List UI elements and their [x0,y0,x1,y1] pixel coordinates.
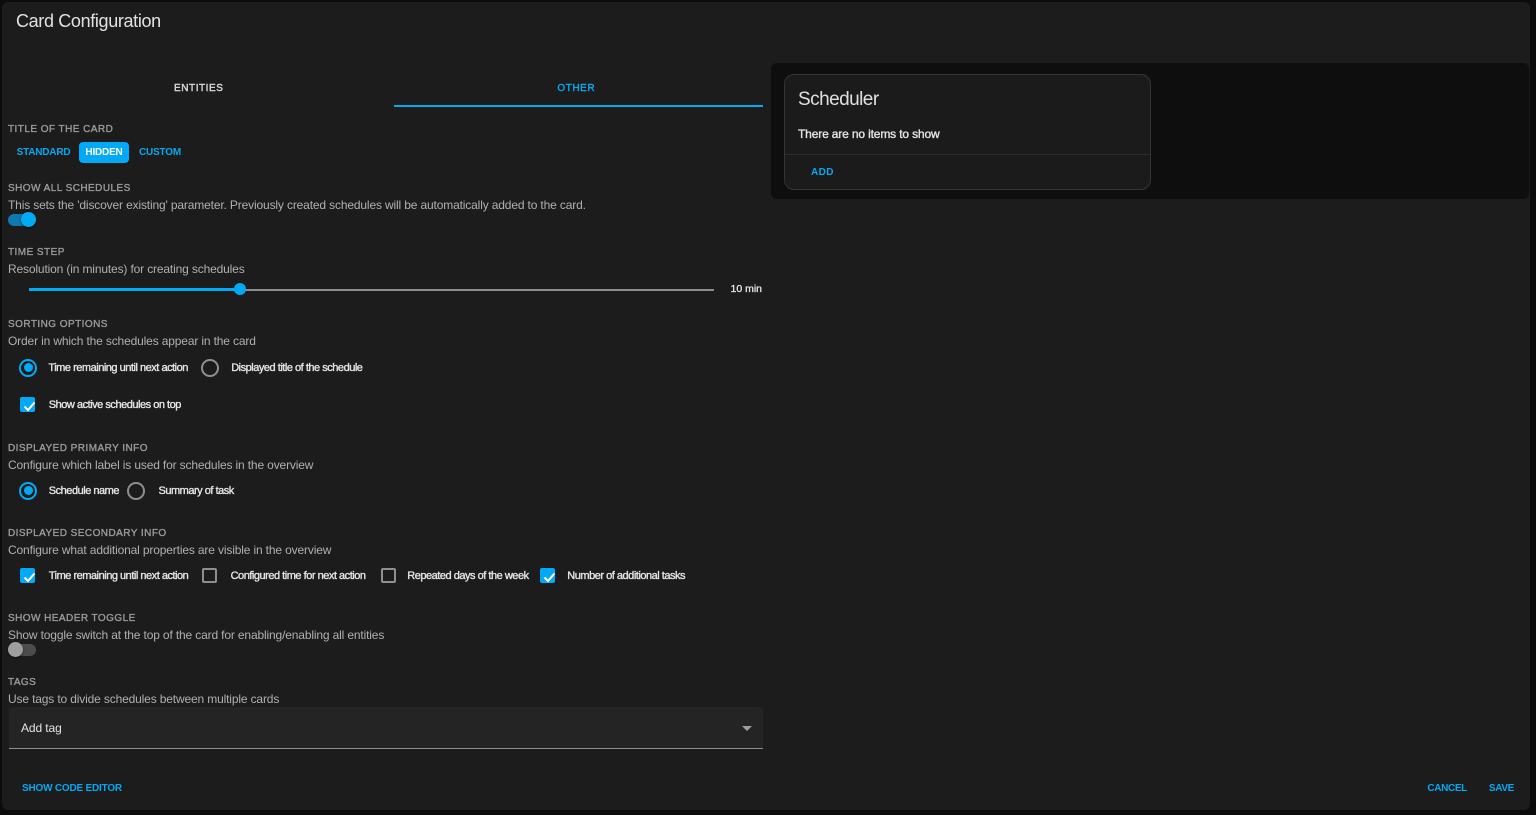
section-displayed-primary-info: DISPLAYED PRIMARY INFO Configure which l… [8,441,768,456]
section-sorting-options: SORTING OPTIONS Order in which the sched… [8,317,768,332]
radio-summary-of-task[interactable] [127,482,145,500]
slider-thumb[interactable] [234,283,246,295]
check-icon [21,398,38,415]
tab-other-label: OTHER [557,83,595,94]
title-standard-button[interactable]: STANDARD [8,142,79,163]
radio-sort-title[interactable] [201,359,219,377]
title-mode-buttons: STANDARD HIDDEN CUSTOM [8,142,308,163]
section-label: DISPLAYED SECONDARY INFO [8,526,768,541]
checkbox-label[interactable]: Show active schedules on top [49,395,181,415]
section-label: DISPLAYED PRIMARY INFO [8,441,768,456]
section-description: Configure what additional properties are… [8,542,331,558]
cancel-button[interactable]: CANCEL [1427,781,1467,797]
page-backdrop: { "accent_color": "#03a9f4", "dialog": {… [0,0,1536,815]
section-description: Show toggle switch at the top of the car… [8,627,384,643]
sorting-radio-row: Time remaining until next action Display… [8,358,768,378]
sorting-checkbox-row: Show active schedules on top [8,395,768,415]
section-show-all-schedules: SHOW ALL SCHEDULES This sets the 'discov… [8,181,768,196]
check-icon [541,569,558,586]
section-description: This sets the 'discover existing' parame… [8,197,586,213]
slider-value-label: 10 min [698,282,762,296]
card-configuration-dialog: Card Configuration ENTITIES OTHER Schedu… [2,2,1530,810]
dialog-title: Card Configuration [16,8,161,34]
tab-bar: ENTITIES OTHER [10,64,765,107]
show-code-editor-button[interactable]: SHOW CODE EDITOR [22,781,122,797]
section-show-header-toggle: SHOW HEADER TOGGLE Show toggle switch at… [8,611,768,626]
radio-schedule-name[interactable] [19,482,37,500]
section-tags: TAGS Use tags to divide schedules betwee… [8,675,768,690]
slider-active-track[interactable] [29,288,240,291]
tags-select-placeholder: Add tag [21,721,62,735]
footer-actions: CANCEL SAVE [1427,781,1514,797]
section-title-of-card: TITLE OF THE CARD STANDARD HIDDEN CUSTOM [8,122,768,137]
section-description: Use tags to divide schedules between mul… [8,691,279,707]
save-button[interactable]: SAVE [1489,781,1514,797]
checkbox-label[interactable]: Time remaining until next action [49,566,189,586]
checkbox-time-remaining[interactable] [20,568,35,583]
card-preview-panel: Scheduler There are no items to show ADD [771,63,1529,199]
section-time-step: TIME STEP Resolution (in minutes) for cr… [8,245,768,260]
primary-info-radio-row: Schedule name Summary of task [8,481,768,501]
section-label: TAGS [8,675,768,690]
section-displayed-secondary-info: DISPLAYED SECONDARY INFO Configure what … [8,526,768,541]
check-icon [21,569,38,586]
title-custom-button[interactable]: CUSTOM [130,142,190,163]
title-hidden-button[interactable]: HIDDEN [79,142,129,163]
tags-select[interactable]: Add tag [9,707,763,749]
radio-label[interactable]: Summary of task [159,481,234,501]
tab-entities-label: ENTITIES [174,83,223,94]
radio-label[interactable]: Displayed title of the schedule [231,358,362,378]
section-label: TITLE OF THE CARD [8,122,768,137]
show-all-schedules-toggle[interactable] [8,212,38,227]
section-label: SHOW HEADER TOGGLE [8,611,768,626]
checkbox-configured-time[interactable] [202,568,217,583]
tab-entities[interactable]: ENTITIES [10,64,388,107]
toggle-thumb [21,212,36,227]
section-description: Order in which the schedules appear in t… [8,333,256,349]
checkbox-label[interactable]: Repeated days of the week [407,566,528,586]
radio-label[interactable]: Schedule name [49,481,119,501]
slider-inactive-track[interactable] [240,289,714,291]
scheduler-card-preview: Scheduler There are no items to show ADD [784,74,1151,190]
section-description: Resolution (in minutes) for creating sch… [8,261,245,277]
tab-other[interactable]: OTHER [388,64,766,107]
checkbox-additional-tasks[interactable] [540,568,555,583]
preview-card-title: Scheduler [798,87,879,113]
secondary-info-checkbox-row: Time remaining until next action Configu… [8,566,768,586]
toggle-thumb [8,642,23,657]
checkbox-repeated-days[interactable] [381,568,396,583]
preview-empty-text: There are no items to show [798,126,940,142]
radio-sort-time-remaining[interactable] [19,359,37,377]
section-description: Configure which label is used for schedu… [8,457,313,473]
show-header-toggle[interactable] [8,642,38,657]
tab-active-indicator [394,105,764,107]
checkbox-label[interactable]: Number of additional tasks [567,566,685,586]
section-label: TIME STEP [8,245,768,260]
dropdown-caret-icon [742,726,752,731]
section-label: SHOW ALL SCHEDULES [8,181,768,196]
radio-label[interactable]: Time remaining until next action [48,358,188,378]
time-step-slider: 10 min [8,282,768,296]
add-schedule-button[interactable]: ADD [811,165,834,181]
preview-divider [785,154,1150,155]
section-label: SORTING OPTIONS [8,317,768,332]
checkbox-label[interactable]: Configured time for next action [231,566,366,586]
checkbox-active-on-top[interactable] [20,397,35,412]
